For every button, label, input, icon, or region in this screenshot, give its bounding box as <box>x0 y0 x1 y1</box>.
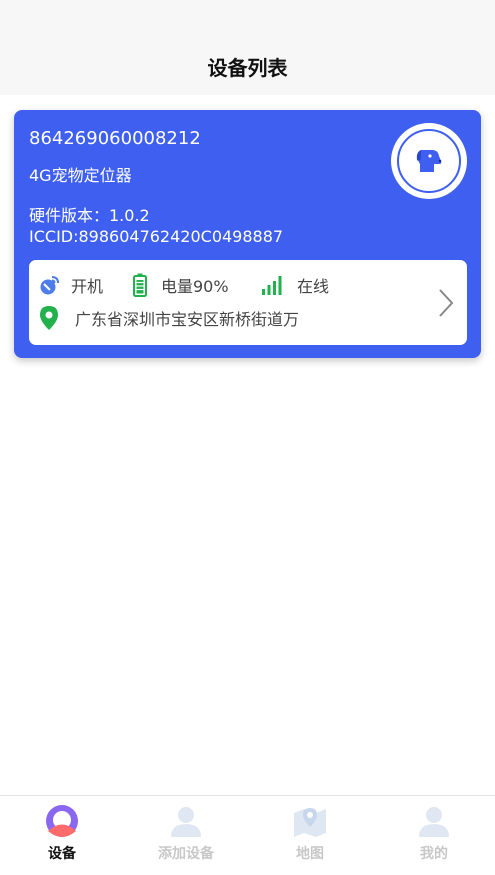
tab-map[interactable]: 地图 <box>248 796 372 875</box>
dog-icon <box>416 150 442 172</box>
bottom-tab-bar: 设备 添加设备 地图 我的 <box>0 795 495 875</box>
tab-add-device[interactable]: 添加设备 <box>124 796 248 875</box>
battery-status: 电量90% <box>133 273 229 297</box>
battery-icon <box>133 273 147 297</box>
tab-profile[interactable]: 我的 <box>372 796 495 875</box>
battery-label: 电量90% <box>161 277 229 296</box>
tab-add-device-label: 添加设备 <box>158 846 214 862</box>
device-card[interactable]: 864269060008212 4G宠物定位器 硬件版本：1.0.2 ICCID… <box>14 110 481 358</box>
address-label: 广东省深圳市宝安区新桥街道万 <box>75 310 300 329</box>
profile-icon <box>419 807 449 837</box>
tab-device-label: 设备 <box>48 846 76 862</box>
chevron-right-icon[interactable] <box>437 288 455 318</box>
app-header: 设备列表 <box>0 0 495 95</box>
device-iccid: ICCID:898604762420C0498887 <box>29 227 284 246</box>
power-status: 开机 <box>39 273 103 297</box>
tab-device[interactable]: 设备 <box>0 796 124 875</box>
status-panel[interactable]: 开机 电量90% 在线 广东省深圳市宝安区新桥街道万 <box>29 260 467 345</box>
add-device-icon <box>171 807 201 837</box>
power-signal-icon <box>40 276 59 295</box>
map-icon <box>294 808 326 837</box>
device-icon <box>46 805 78 837</box>
power-label: 开机 <box>71 277 104 296</box>
online-status: 在线 <box>261 273 329 297</box>
address-row: 广东省深圳市宝安区新桥街道万 <box>39 305 299 331</box>
page-title: 设备列表 <box>207 56 288 80</box>
device-model: 4G宠物定位器 <box>29 166 132 185</box>
tab-map-label: 地图 <box>296 846 324 862</box>
hardware-version: 硬件版本：1.0.2 <box>29 206 150 225</box>
device-avatar <box>391 123 467 199</box>
device-imei: 864269060008212 <box>29 128 201 149</box>
tab-profile-label: 我的 <box>420 846 448 862</box>
signal-bars-icon <box>262 276 282 295</box>
online-label: 在线 <box>297 277 330 296</box>
location-pin-icon <box>40 306 58 330</box>
